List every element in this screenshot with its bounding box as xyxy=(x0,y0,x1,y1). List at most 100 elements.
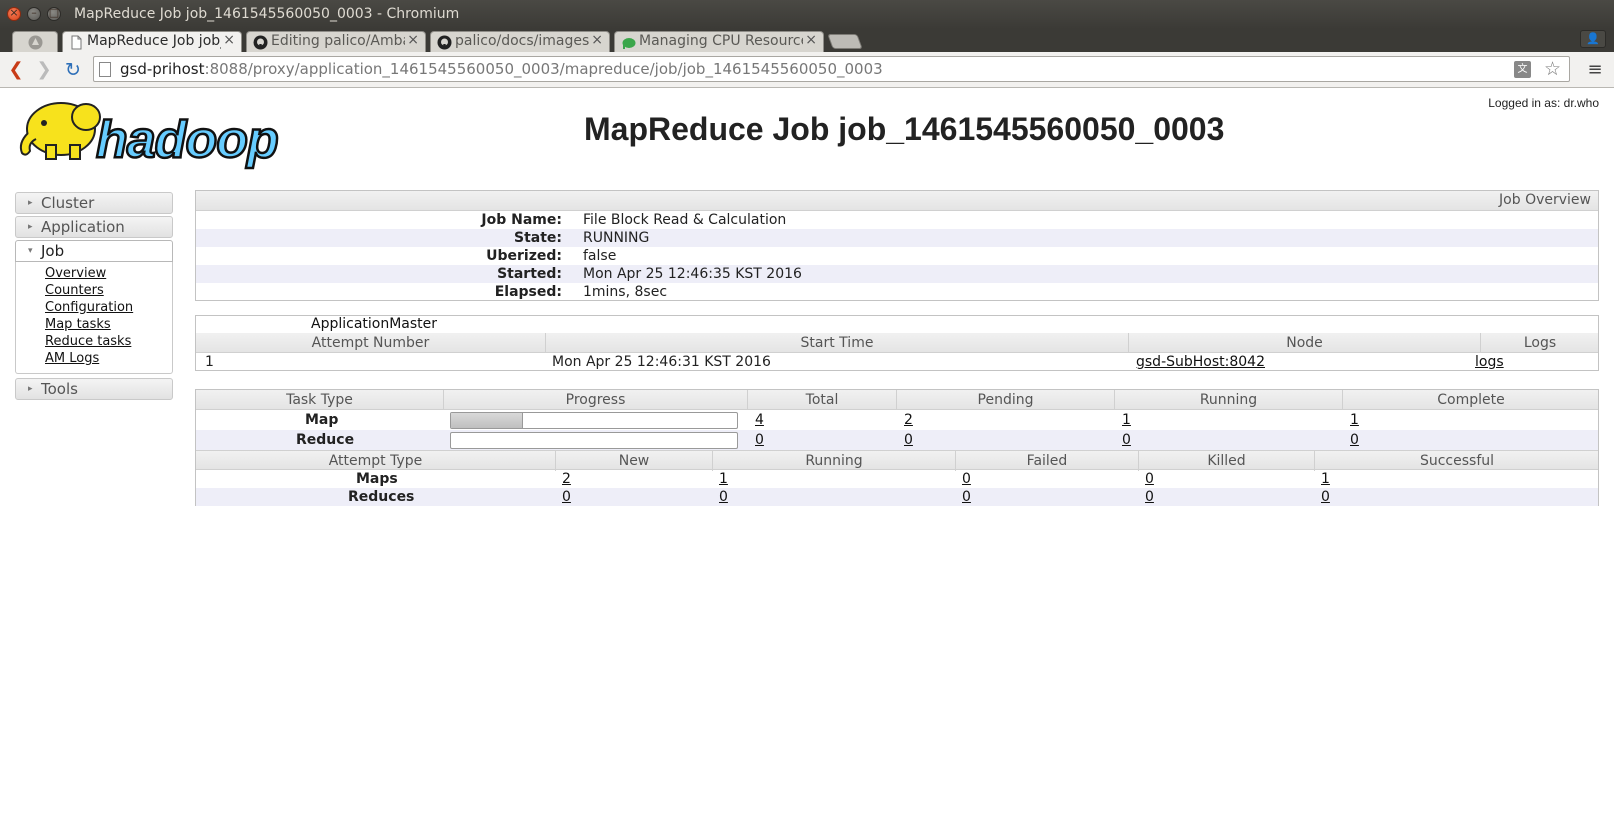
table-row: Reduce 0 0 0 0 xyxy=(196,430,1598,450)
maps-new-link[interactable]: 2 xyxy=(562,470,571,488)
sidebar-label: Job xyxy=(41,242,65,260)
sidebar-item-cluster[interactable]: ▸ Cluster xyxy=(15,192,173,214)
profile-icon[interactable]: 👤 xyxy=(1580,30,1606,48)
column-header: New xyxy=(556,451,713,471)
sidebar-item-application[interactable]: ▸ Application xyxy=(15,216,173,238)
nav-link-counters[interactable]: Counters xyxy=(45,282,172,299)
maps-running-link[interactable]: 1 xyxy=(719,470,728,488)
column-header: Progress xyxy=(444,390,748,410)
reduces-new-link[interactable]: 0 xyxy=(562,488,571,506)
new-tab-button[interactable] xyxy=(827,34,863,49)
maps-successful-link[interactable]: 1 xyxy=(1321,470,1330,488)
reduce-running-link[interactable]: 0 xyxy=(1122,430,1131,450)
github-icon xyxy=(253,35,268,50)
sidebar-item-tools[interactable]: ▸ Tools xyxy=(15,378,173,400)
apps-icon xyxy=(28,35,43,50)
overview-value: Mon Apr 25 12:46:35 KST 2016 xyxy=(583,266,802,282)
sidebar-item-job[interactable]: ▾ Job xyxy=(15,240,173,262)
am-logs-link[interactable]: logs xyxy=(1475,353,1504,371)
tasks-panel: Task Type Progress Total Pending Running… xyxy=(195,389,1599,506)
overview-value: RUNNING xyxy=(583,230,650,246)
tab-label: MapReduce Job job_1461545560050_0003 xyxy=(87,33,221,49)
back-button[interactable]: ❮ xyxy=(5,59,27,81)
page-info-icon[interactable] xyxy=(99,62,111,77)
tab-managing-cpu[interactable]: Managing CPU Resources × xyxy=(614,31,824,53)
window-minimize-button[interactable]: – xyxy=(27,6,41,21)
translate-icon[interactable]: 文 xyxy=(1514,61,1531,78)
am-node-link[interactable]: gsd-SubHost:8042 xyxy=(1136,353,1265,371)
logo-wordmark: hadoop xyxy=(96,111,278,169)
nav-link-configuration[interactable]: Configuration xyxy=(45,299,172,316)
reduces-killed-link[interactable]: 0 xyxy=(1145,488,1154,506)
maps-killed-link[interactable]: 0 xyxy=(1145,470,1154,488)
overview-row-job-name: Job Name: File Block Read & Calculation xyxy=(196,211,1598,229)
reduces-failed-link[interactable]: 0 xyxy=(962,488,971,506)
sidebar-label: Application xyxy=(41,218,125,236)
window-close-button[interactable]: × xyxy=(7,6,21,21)
column-header: Running xyxy=(1115,390,1343,410)
reduce-progress-bar xyxy=(450,432,738,449)
application-master-panel: ApplicationMaster Attempt Number Start T… xyxy=(195,315,1599,371)
reduce-total-link[interactable]: 0 xyxy=(755,430,764,450)
overview-row-uberized: Uberized: false xyxy=(196,247,1598,265)
maximize-icon: □ xyxy=(48,6,60,19)
window-title: MapReduce Job job_1461545560050_0003 - C… xyxy=(74,6,460,22)
window-maximize-button[interactable]: □ xyxy=(47,6,61,21)
table-row: Reduces 0 0 0 0 0 xyxy=(196,488,1598,506)
address-url[interactable]: gsd-prihost:8088/proxy/application_14615… xyxy=(120,60,883,78)
address-bar[interactable]: gsd-prihost:8088/proxy/application_14615… xyxy=(93,56,1570,82)
collapse-arrow-icon: ▾ xyxy=(28,246,33,256)
close-icon: × xyxy=(9,6,19,19)
reload-button[interactable]: ↻ xyxy=(62,59,84,81)
url-path: :8088/proxy/application_1461545560050_00… xyxy=(204,60,883,78)
reduces-successful-link[interactable]: 0 xyxy=(1321,488,1330,506)
table-row: Map 4 2 1 1 xyxy=(196,410,1598,430)
reduce-pending-link[interactable]: 0 xyxy=(904,430,913,450)
column-header: Node xyxy=(1129,333,1481,353)
github-icon xyxy=(437,35,452,50)
map-running-link[interactable]: 1 xyxy=(1122,410,1131,430)
page-icon xyxy=(69,35,84,50)
tab-palico-docs[interactable]: palico/docs/images × xyxy=(430,31,610,53)
map-pending-link[interactable]: 2 xyxy=(904,410,913,430)
column-header: Total xyxy=(748,390,897,410)
map-total-link[interactable]: 4 xyxy=(755,410,764,430)
overview-label: Started: xyxy=(497,266,562,282)
map-complete-link[interactable]: 1 xyxy=(1350,410,1359,430)
expand-arrow-icon: ▸ xyxy=(28,222,33,232)
job-overview-header: Job Overview xyxy=(196,191,1598,211)
column-header: Running xyxy=(713,451,956,471)
tab-mapreduce-job[interactable]: MapReduce Job job_1461545560050_0003 × xyxy=(62,31,242,53)
elephant-icon xyxy=(621,35,636,50)
overview-label: State: xyxy=(513,230,562,246)
column-header: Task Type xyxy=(196,390,444,410)
nav-link-reduce-tasks[interactable]: Reduce tasks xyxy=(45,333,172,350)
task-type-label: Map xyxy=(305,412,339,428)
tab-editing-palico[interactable]: Editing palico/Ambari × xyxy=(246,31,426,53)
forward-button[interactable]: ❯ xyxy=(33,59,55,81)
table-row: Maps 2 1 0 0 1 xyxy=(196,470,1598,488)
bookmark-star-icon[interactable]: ☆ xyxy=(1544,58,1561,80)
tab-close-icon[interactable]: × xyxy=(805,32,817,48)
tab-close-icon[interactable]: × xyxy=(223,32,235,48)
map-progress-bar xyxy=(450,412,738,429)
tab-close-icon[interactable]: × xyxy=(407,32,419,48)
map-progress-fill xyxy=(451,413,523,428)
am-start-time: Mon Apr 25 12:46:31 KST 2016 xyxy=(552,354,771,370)
overview-value: 1mins, 8sec xyxy=(583,284,668,300)
nav-link-overview[interactable]: Overview xyxy=(45,265,172,282)
hadoop-logo[interactable]: hadoop xyxy=(16,95,316,171)
tab-close-icon[interactable]: × xyxy=(591,32,603,48)
overview-label: Uberized: xyxy=(486,248,562,264)
overview-value: File Block Read & Calculation xyxy=(583,212,787,228)
tab-apps[interactable] xyxy=(12,31,58,53)
chrome-menu-button[interactable]: ≡ xyxy=(1585,60,1605,80)
reduce-complete-link[interactable]: 0 xyxy=(1350,430,1359,450)
sidebar-label: Cluster xyxy=(41,194,95,212)
nav-link-map-tasks[interactable]: Map tasks xyxy=(45,316,172,333)
column-header: Start Time xyxy=(546,333,1129,353)
elephant-icon xyxy=(19,102,101,160)
reduces-running-link[interactable]: 0 xyxy=(719,488,728,506)
maps-failed-link[interactable]: 0 xyxy=(962,470,971,488)
nav-link-am-logs[interactable]: AM Logs xyxy=(45,350,172,367)
